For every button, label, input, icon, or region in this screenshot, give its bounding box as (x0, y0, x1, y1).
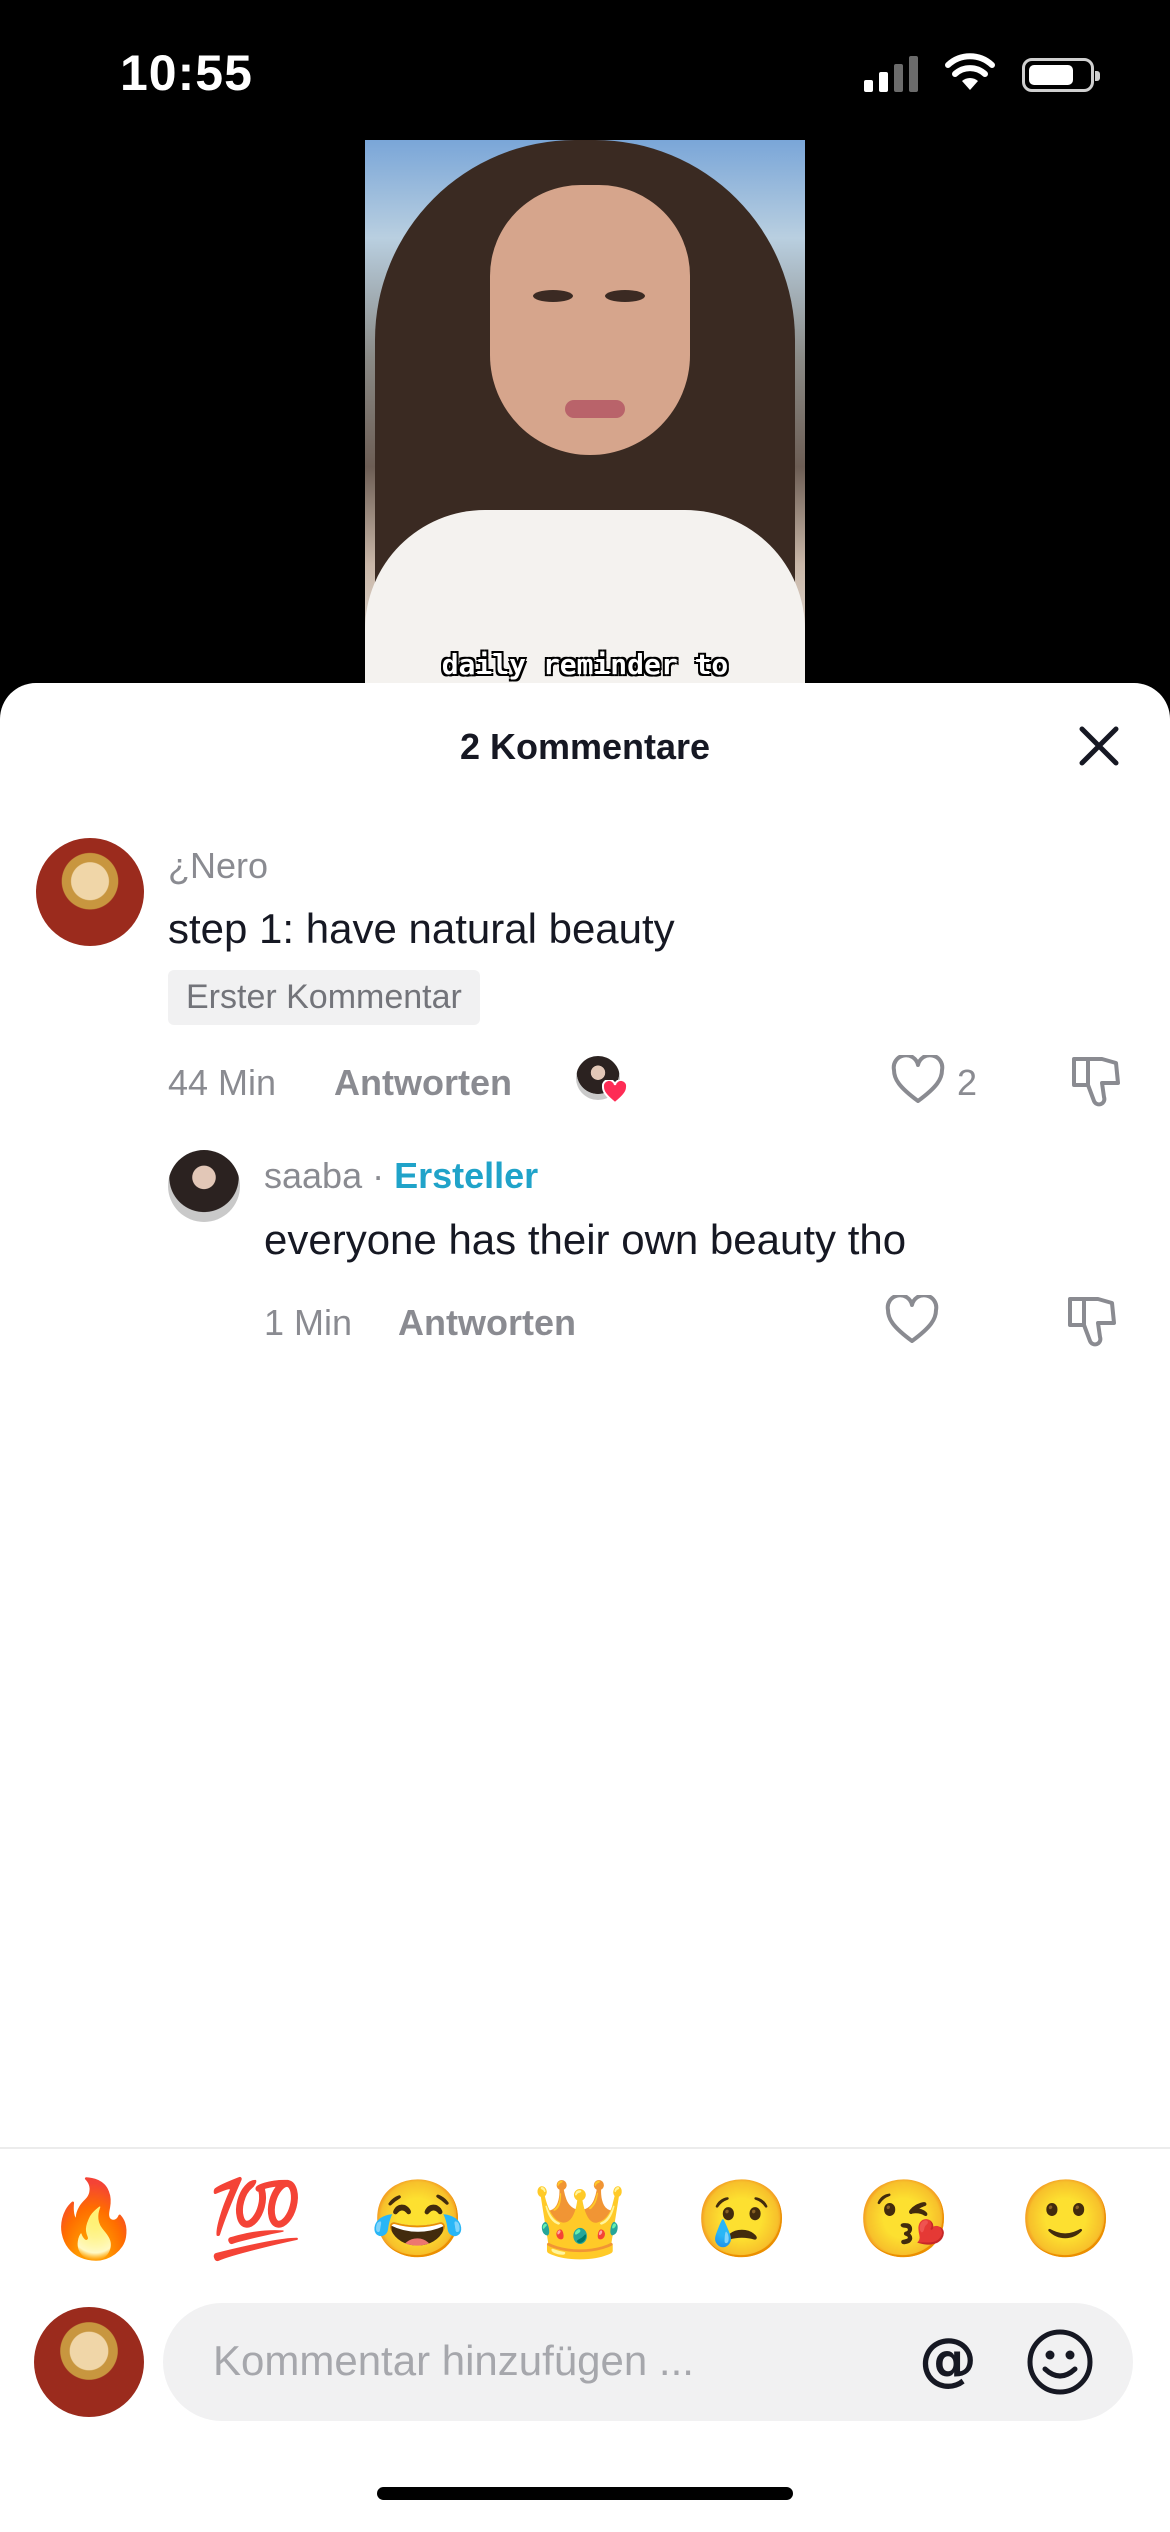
mention-icon[interactable]: @ (913, 2327, 983, 2397)
sheet-title: 2 Kommentare (459, 726, 711, 767)
svg-text:@: @ (919, 2327, 977, 2393)
avatar[interactable] (168, 1150, 240, 1222)
battery-icon (1022, 58, 1100, 92)
separator: · (362, 1155, 395, 1196)
comment-input[interactable]: Kommentar hinzufügen ... @ (163, 2303, 1133, 2421)
heart-icon[interactable] (891, 1055, 945, 1105)
dislike-icon[interactable] (1064, 1293, 1120, 1349)
like-count: 2 (957, 1062, 978, 1103)
reply-username-line[interactable]: saaba · Ersteller (264, 1155, 538, 1197)
video-preview[interactable]: daily reminder to (365, 140, 805, 685)
laughing-emoji-icon[interactable]: 😂 (368, 2170, 468, 2270)
reply-text: everyone has their own beauty tho (264, 1216, 907, 1263)
reply-username[interactable]: saaba (264, 1155, 362, 1196)
fire-emoji-icon[interactable]: 🔥 (44, 2170, 144, 2270)
status-time: 10:55 (120, 45, 253, 101)
cellular-signal-icon (864, 52, 918, 92)
reply-time: 1 Min (264, 1302, 353, 1343)
heart-filled-icon (602, 1080, 628, 1104)
wifi-icon (945, 53, 995, 90)
status-bar: 10:55 (0, 0, 1170, 140)
close-icon[interactable] (1074, 721, 1124, 771)
avatar (34, 2307, 144, 2417)
video-caption: daily reminder to (441, 648, 729, 681)
crown-emoji-icon[interactable]: 👑 (530, 2170, 630, 2270)
home-indicator (377, 2487, 793, 2500)
emoji-picker-icon[interactable] (1025, 2327, 1095, 2397)
emoji-bar: 🔥 💯 😂 👑 😢 😘 🙂 (0, 2170, 1170, 2270)
comment-username[interactable]: ¿Nero (168, 845, 268, 887)
hundred-emoji-icon[interactable]: 💯 (206, 2170, 306, 2270)
kiss-emoji-icon[interactable]: 😘 (854, 2170, 954, 2270)
divider (0, 2147, 1170, 2149)
comment-input-placeholder: Kommentar hinzufügen ... (213, 2337, 694, 2384)
reply-button[interactable]: Antworten (334, 1062, 512, 1104)
reply-button[interactable]: Antworten (398, 1302, 576, 1344)
status-icons (864, 52, 1100, 92)
comment-text: step 1: have natural beauty (168, 905, 675, 952)
dislike-icon[interactable] (1068, 1053, 1124, 1109)
crying-emoji-icon[interactable]: 😢 (692, 2170, 792, 2270)
first-comment-badge: Erster Kommentar (168, 970, 480, 1025)
avatar[interactable] (36, 838, 144, 946)
creator-liked-avatar (576, 1056, 628, 1104)
creator-label: Ersteller (394, 1155, 539, 1196)
comment-time: 44 Min (168, 1062, 277, 1103)
smile-emoji-icon[interactable]: 🙂 (1016, 2170, 1116, 2270)
heart-icon[interactable] (885, 1295, 939, 1345)
